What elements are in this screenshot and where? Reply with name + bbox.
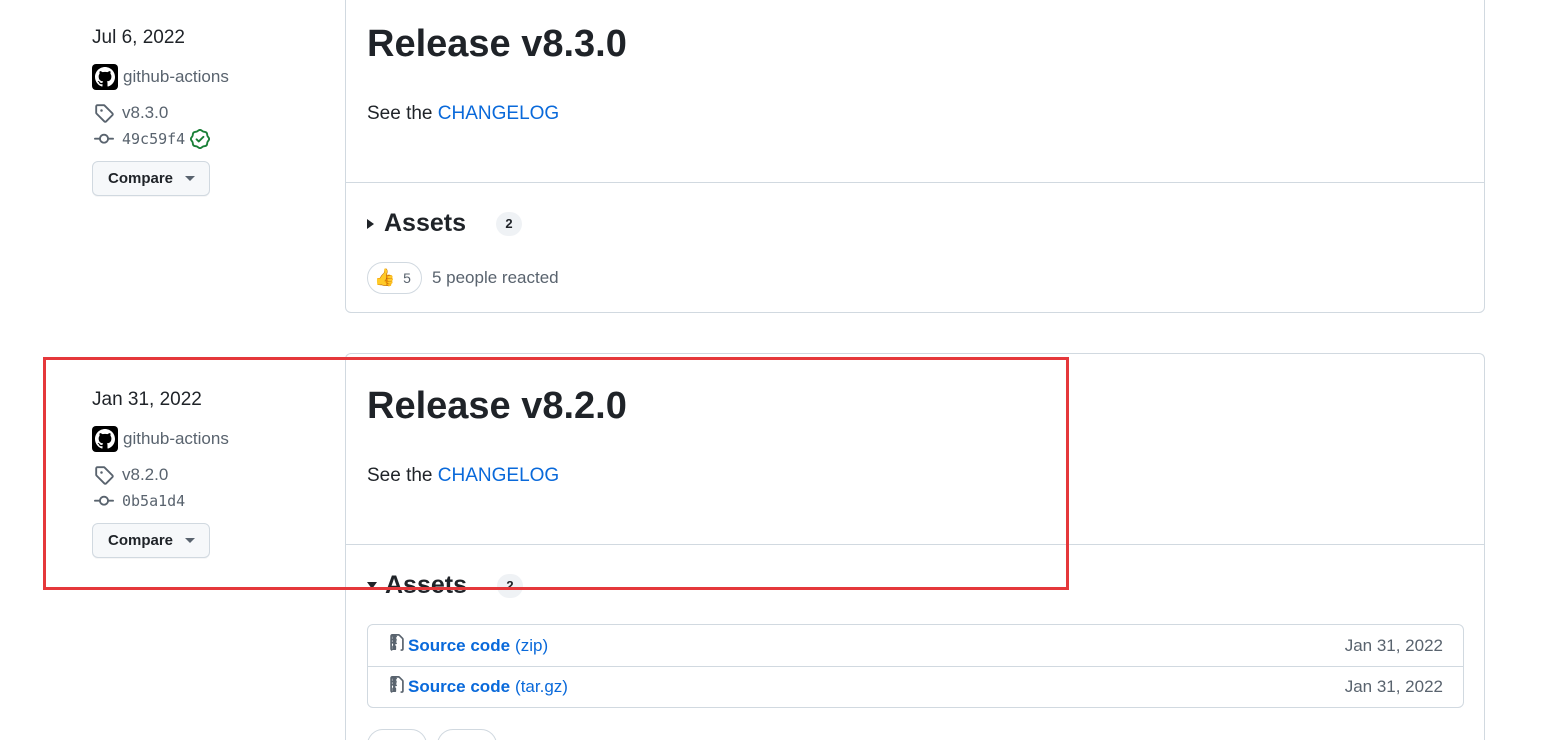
card-divider <box>346 544 1484 545</box>
asset-ext[interactable]: (tar.gz) <box>515 677 568 697</box>
release-meta: Jul 6, 2022 github-actions v8.3.0 49c59f… <box>92 26 342 196</box>
release-author[interactable]: github-actions <box>92 64 342 90</box>
add-reaction-button[interactable] <box>437 729 497 740</box>
triangle-right-icon <box>367 218 374 229</box>
caret-down-icon <box>185 176 196 181</box>
verified-check-icon[interactable] <box>190 129 211 149</box>
release-card: Release v8.3.0 See the CHANGELOG Assets … <box>345 0 1485 313</box>
compare-label: Compare <box>108 170 174 187</box>
file-zip-icon <box>388 675 406 699</box>
reaction-button[interactable] <box>367 729 427 740</box>
release-notes: See the CHANGELOG <box>367 465 1463 487</box>
release-commit[interactable]: 49c59f4 <box>92 127 342 151</box>
asset-name[interactable]: Source code <box>408 636 510 656</box>
asset-name[interactable]: Source code <box>408 677 510 697</box>
assets-count-badge: 2 <box>496 211 522 236</box>
reactions-bar <box>367 729 497 740</box>
assets-toggle[interactable]: Assets 2 <box>367 571 523 600</box>
commit-sha[interactable]: 49c59f4 <box>122 130 185 148</box>
triangle-down-icon <box>367 582 377 589</box>
notes-prefix: See the <box>367 465 438 486</box>
reaction-count: 5 <box>403 270 411 286</box>
reactions-bar: 👍 5 5 people reacted <box>367 262 559 294</box>
tag-name[interactable]: v8.2.0 <box>122 465 168 485</box>
release-commit[interactable]: 0b5a1d4 <box>92 489 342 513</box>
compare-button[interactable]: Compare <box>92 523 210 558</box>
author-name[interactable]: github-actions <box>123 67 229 87</box>
commit-sha[interactable]: 0b5a1d4 <box>122 492 185 510</box>
compare-label: Compare <box>108 532 174 549</box>
notes-prefix: See the <box>367 103 438 124</box>
asset-ext[interactable]: (zip) <box>515 636 548 656</box>
release-meta: Jan 31, 2022 github-actions v8.2.0 0b5a1… <box>92 388 342 558</box>
release-date: Jul 6, 2022 <box>92 27 185 48</box>
changelog-link[interactable]: CHANGELOG <box>438 103 559 124</box>
file-zip-icon <box>388 634 406 657</box>
assets-count-badge: 2 <box>497 573 523 598</box>
asset-date: Jan 31, 2022 <box>1344 677 1443 696</box>
assets-toggle[interactable]: Assets 2 <box>367 209 522 238</box>
release-card: Release v8.2.0 See the CHANGELOG Assets … <box>345 353 1485 740</box>
release-author[interactable]: github-actions <box>92 426 342 452</box>
assets-title: Assets <box>384 209 466 237</box>
thumbs-up-reaction-button[interactable]: 👍 5 <box>367 262 422 294</box>
tag-name[interactable]: v8.3.0 <box>122 103 168 123</box>
release-title[interactable]: Release v8.2.0 <box>367 383 1463 429</box>
assets-title: Assets <box>385 571 467 599</box>
changelog-link[interactable]: CHANGELOG <box>438 465 559 486</box>
tag-icon <box>92 101 116 125</box>
release-notes: See the CHANGELOG <box>367 103 1463 125</box>
github-mark-icon <box>92 64 118 90</box>
reaction-summary: 5 people reacted <box>431 268 559 287</box>
git-commit-icon <box>92 489 116 513</box>
card-divider <box>346 182 1484 183</box>
git-commit-icon <box>92 127 116 151</box>
release-title[interactable]: Release v8.3.0 <box>367 21 1463 67</box>
tag-icon <box>92 463 116 487</box>
compare-button[interactable]: Compare <box>92 161 210 196</box>
asset-row[interactable]: Source code (zip) Jan 31, 2022 <box>368 625 1463 666</box>
assets-list: Source code (zip) Jan 31, 2022 Source co… <box>367 624 1464 708</box>
release-date: Jan 31, 2022 <box>92 389 202 410</box>
caret-down-icon <box>185 538 196 543</box>
release-tag[interactable]: v8.3.0 <box>92 101 342 125</box>
release-tag[interactable]: v8.2.0 <box>92 463 342 487</box>
thumbs-up-icon: 👍 <box>374 268 396 287</box>
asset-date: Jan 31, 2022 <box>1344 635 1443 655</box>
asset-row[interactable]: Source code (tar.gz) Jan 31, 2022 <box>368 666 1463 707</box>
github-mark-icon <box>92 426 118 452</box>
author-name[interactable]: github-actions <box>123 429 229 449</box>
